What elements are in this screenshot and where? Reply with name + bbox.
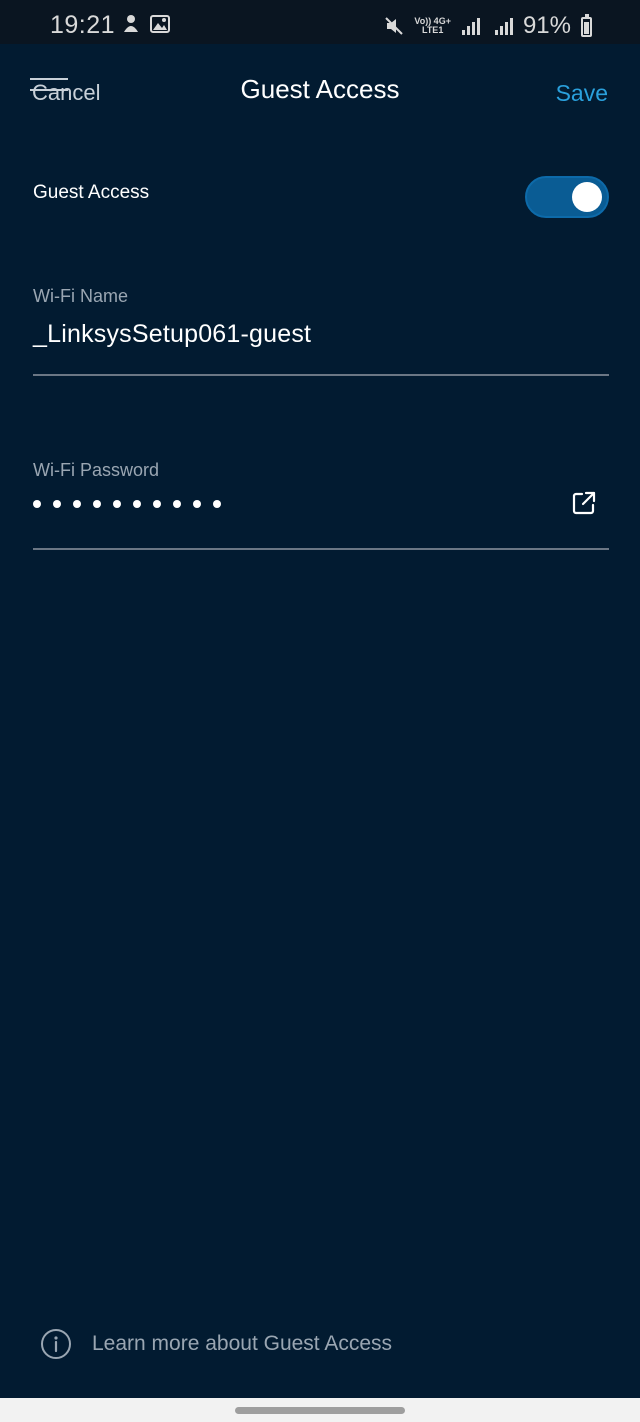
password-dot [113, 500, 121, 508]
password-dot [213, 500, 221, 508]
battery-icon [581, 14, 592, 37]
guest-access-row: Guest Access [33, 176, 609, 220]
status-bar: 19:21 Vo)) 4G+ LTE1 91% [0, 0, 640, 44]
network-bottom-text: LTE1 [421, 25, 444, 35]
toggle-knob [572, 182, 602, 212]
screen: 19:21 Vo)) 4G+ LTE1 91% Cancel Guest Acc… [0, 0, 640, 1422]
wifi-name-value[interactable]: _LinksysSetup061-guest [33, 320, 311, 349]
mute-icon [385, 17, 404, 35]
wifi-password-label: Wi-Fi Password [33, 460, 160, 480]
password-dot [93, 500, 101, 508]
header: Cancel Guest Access Save [0, 44, 640, 144]
password-dot [193, 500, 201, 508]
wifi-password-masked-value[interactable] [33, 500, 221, 508]
status-right-icons: Vo)) 4G+ LTE1 91% [384, 12, 592, 40]
guest-access-label: Guest Access [33, 182, 150, 203]
system-nav-bar [0, 1398, 640, 1422]
signal-icon [461, 18, 480, 35]
password-dot [133, 500, 141, 508]
save-button[interactable]: Save [556, 80, 608, 107]
password-dot [173, 500, 181, 508]
learn-more-text[interactable]: Learn more about Guest Access [92, 1332, 392, 1356]
home-indicator[interactable] [235, 1407, 405, 1414]
wifi-password-underline [33, 548, 609, 550]
guest-access-toggle[interactable] [525, 176, 609, 218]
page-title: Guest Access [240, 74, 400, 104]
battery-percentage: 91% [522, 12, 571, 39]
password-dot [53, 500, 61, 508]
password-dot [153, 500, 161, 508]
wifi-name-label: Wi-Fi Name [33, 286, 128, 306]
notification-app-icon [124, 15, 138, 32]
info-icon [41, 1329, 71, 1359]
status-notification-icons [122, 14, 170, 34]
wifi-password-field[interactable]: Wi-Fi Password [33, 460, 609, 550]
status-time: 19:21 [50, 11, 116, 39]
wifi-name-underline [33, 374, 609, 376]
signal-secondary-icon [494, 18, 513, 35]
password-dot [33, 500, 41, 508]
learn-more-link[interactable]: Learn more about Guest Access [40, 1328, 392, 1360]
password-dot [73, 500, 81, 508]
network-type-label: Vo)) 4G+ LTE1 [414, 17, 451, 35]
share-icon[interactable] [571, 490, 597, 516]
wifi-name-field[interactable]: Wi-Fi Name _LinksysSetup061-guest [33, 286, 609, 376]
image-icon [150, 15, 170, 33]
